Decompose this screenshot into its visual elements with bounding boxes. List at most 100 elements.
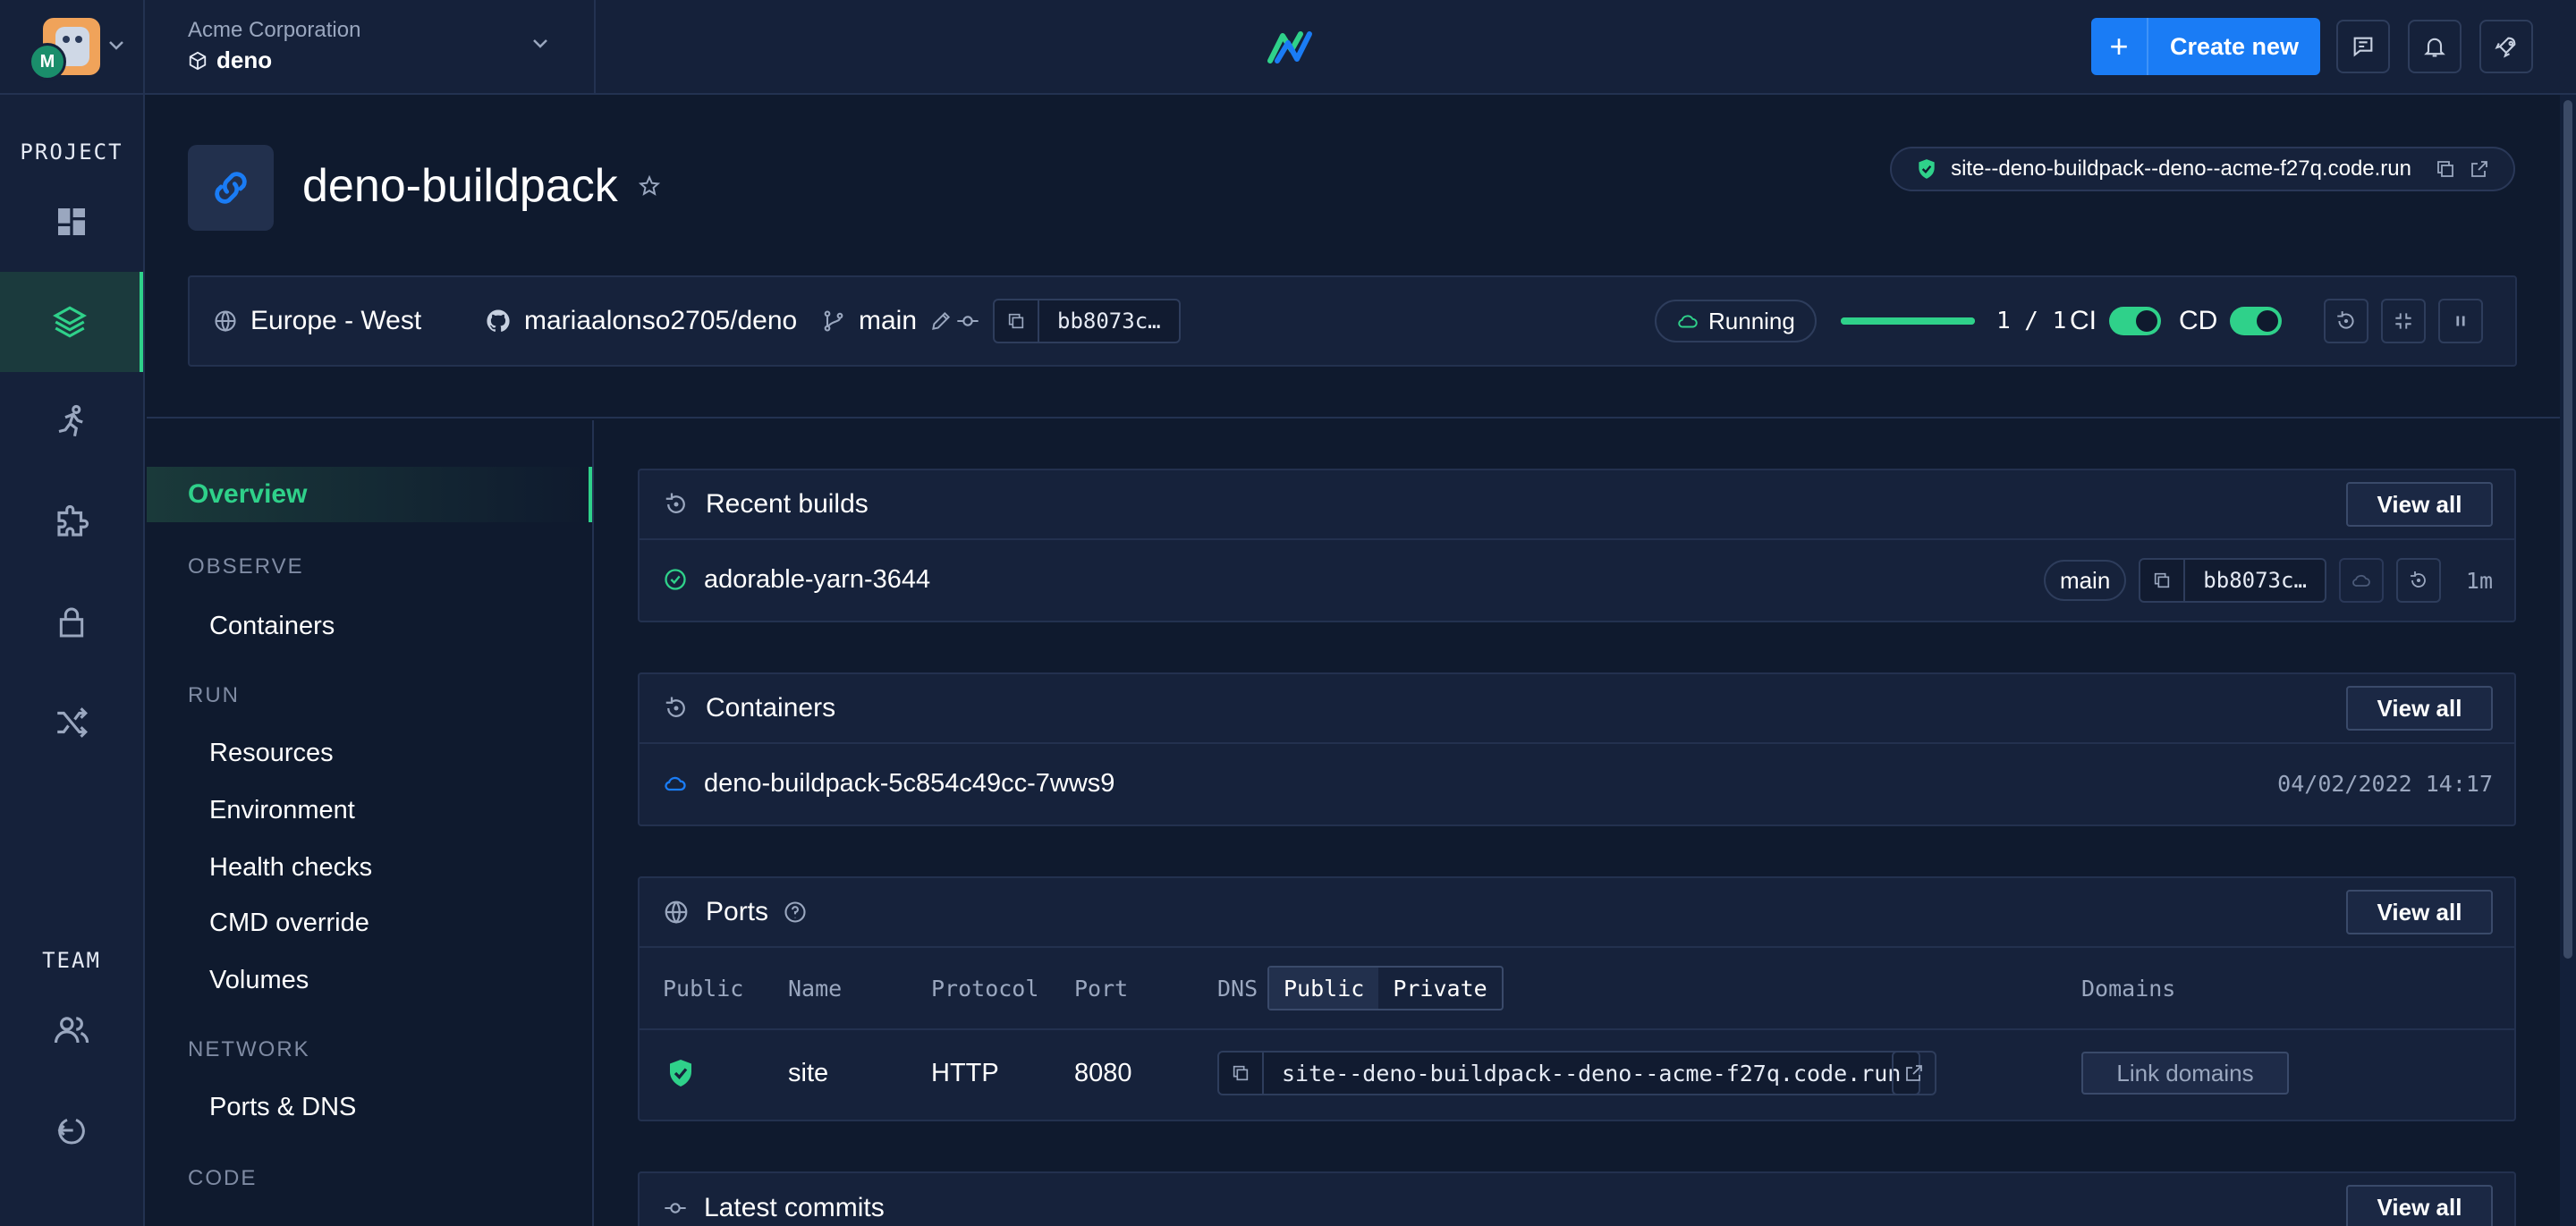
build-commit-chip[interactable]: bb8073c…: [2139, 558, 2326, 603]
rail-item-pipelines[interactable]: [0, 672, 143, 773]
bell-icon[interactable]: [2408, 20, 2462, 73]
link-domains-button[interactable]: Link domains: [2081, 1052, 2289, 1095]
feedback-icon[interactable]: [2336, 20, 2390, 73]
service-title: deno-buildpack: [302, 159, 661, 213]
restart-button[interactable]: [2324, 299, 2368, 343]
rocket-icon[interactable]: [2479, 20, 2533, 73]
build-name: adorable-yarn-3644: [704, 564, 931, 594]
copy-icon[interactable]: [1219, 1053, 1264, 1094]
service-header: deno-buildpack site--deno-buildpack--den…: [147, 95, 2562, 419]
commit-chip[interactable]: bb8073c…: [993, 299, 1181, 343]
recent-builds-header: Recent builds View all: [640, 470, 2514, 540]
service-name: deno-buildpack: [302, 160, 618, 212]
account-switcher[interactable]: M: [0, 0, 145, 93]
copy-icon[interactable]: [2435, 158, 2456, 180]
rail-item-dashboard[interactable]: [0, 172, 143, 272]
subnav-item-ports-dns[interactable]: Ports & DNS: [209, 1093, 356, 1122]
pencil-icon[interactable]: [929, 309, 953, 333]
compress-icon: [2395, 313, 2411, 329]
commit-hash: bb8073c…: [1057, 309, 1161, 334]
containers-title: Containers: [706, 693, 836, 723]
subnav-item-environment[interactable]: Environment: [209, 796, 355, 825]
plus-icon: +: [2091, 18, 2148, 75]
rail-item-services[interactable]: [0, 272, 143, 372]
containers-card: Containers View all deno-buildpack-5c854…: [638, 672, 2516, 826]
status-badge: Running: [1655, 300, 1817, 342]
rail-project-label: PROJECT: [20, 140, 123, 165]
container-row[interactable]: deno-buildpack-5c854c49cc-7wws9 04/02/20…: [640, 744, 2514, 823]
dns-visibility-toggle[interactable]: Public Private: [1267, 966, 1504, 1010]
left-rail: PROJECT TEAM: [0, 95, 145, 1226]
subnav-group-network: NETWORK: [188, 1037, 310, 1061]
recent-builds-title: Recent builds: [706, 489, 869, 519]
dns-private-option[interactable]: Private: [1378, 968, 1501, 1009]
rail-item-addons[interactable]: [0, 472, 143, 572]
puzzle-icon: [57, 504, 89, 537]
subnav-item-resources[interactable]: Resources: [209, 739, 334, 768]
rail-item-secrets[interactable]: [0, 572, 143, 672]
copy-icon[interactable]: [995, 300, 1039, 342]
ci-toggle[interactable]: [2109, 307, 2161, 335]
build-deploy-button[interactable]: [2338, 558, 2384, 603]
shuffle-icon: [57, 707, 88, 738]
dns-public-option[interactable]: Public: [1269, 968, 1379, 1009]
port-number: 8080: [1074, 1059, 1132, 1087]
subnav-item-cmd-override[interactable]: CMD override: [209, 909, 369, 938]
project-name: deno: [188, 47, 272, 74]
user-avatar[interactable]: M: [29, 43, 66, 80]
commit: bb8073c…: [955, 277, 1181, 365]
pause-button[interactable]: [2438, 299, 2483, 343]
brand-logo-icon[interactable]: [1265, 25, 1315, 70]
build-row[interactable]: adorable-yarn-3644 main bb8073c… 1m: [640, 540, 2514, 619]
help-icon[interactable]: [783, 900, 808, 925]
lock-icon: [59, 607, 84, 638]
globe-icon: [665, 900, 688, 924]
service-dns: site--deno-buildpack--deno--acme-f27q.co…: [1951, 156, 2411, 181]
branch[interactable]: main: [821, 277, 953, 365]
rail-item-logout[interactable]: [0, 1080, 143, 1180]
builds-view-all-button[interactable]: View all: [2346, 482, 2493, 527]
ports-header: Ports View all: [640, 878, 2514, 948]
ports-card: Ports View all Public Name Protocol Port…: [638, 876, 2516, 1121]
shield-check-icon: [1919, 159, 1935, 179]
subnav-item-volumes[interactable]: Volumes: [209, 966, 309, 995]
latest-commits-header: Latest commits View all: [640, 1173, 2514, 1226]
build-branch-chip: main: [2043, 560, 2127, 601]
build-commit-hash: bb8073c…: [2203, 568, 2307, 593]
create-new-button[interactable]: + Create new: [2091, 18, 2320, 75]
rail-item-team[interactable]: [0, 980, 143, 1080]
cloud-icon: [2351, 574, 2370, 587]
scale-button[interactable]: [2381, 299, 2426, 343]
ports-table-header: Public Name Protocol Port DNS Public Pri…: [640, 948, 2514, 1030]
commits-view-all-button[interactable]: View all: [2346, 1185, 2493, 1226]
project-selector[interactable]: Acme Corporation deno: [145, 0, 596, 93]
org-name: Acme Corporation: [188, 18, 361, 42]
subnav-item-health-checks[interactable]: Health checks: [209, 853, 372, 883]
star-icon[interactable]: [638, 174, 661, 198]
github-icon: [487, 309, 510, 332]
cd-toggle[interactable]: [2230, 307, 2283, 335]
build-rebuild-button[interactable]: [2395, 558, 2441, 603]
copy-icon[interactable]: [2140, 560, 2186, 601]
ports-title: Ports: [706, 897, 769, 926]
layers-icon: [53, 306, 87, 338]
top-bar: M Acme Corporation deno + Create new: [0, 0, 2576, 95]
subnav-item-containers[interactable]: Containers: [209, 612, 335, 641]
subnav-item-overview[interactable]: Overview: [147, 467, 592, 522]
restart-icon: [2410, 571, 2426, 588]
subnav-group-observe: OBSERVE: [188, 554, 304, 579]
page-scrollbar-thumb[interactable]: [2563, 100, 2572, 959]
chevron-down-icon[interactable]: [107, 39, 125, 52]
port-dns-chip[interactable]: site--deno-buildpack--deno--acme-f27q.co…: [1217, 1051, 1921, 1095]
chevron-down-icon[interactable]: [531, 38, 549, 50]
port-open-button[interactable]: [1892, 1051, 1936, 1095]
rail-team-label: TEAM: [42, 948, 101, 973]
containers-view-all-button[interactable]: View all: [2346, 686, 2493, 731]
external-link-icon[interactable]: [2469, 158, 2490, 180]
containers-header: Containers View all: [640, 674, 2514, 744]
ports-view-all-button[interactable]: View all: [2346, 890, 2493, 934]
latest-commits-title: Latest commits: [704, 1193, 885, 1222]
service-subnav: Overview OBSERVE Containers RUN Resource…: [147, 420, 594, 1226]
rail-item-jobs[interactable]: [0, 372, 143, 472]
repository[interactable]: mariaalonso2705/deno: [485, 277, 797, 365]
